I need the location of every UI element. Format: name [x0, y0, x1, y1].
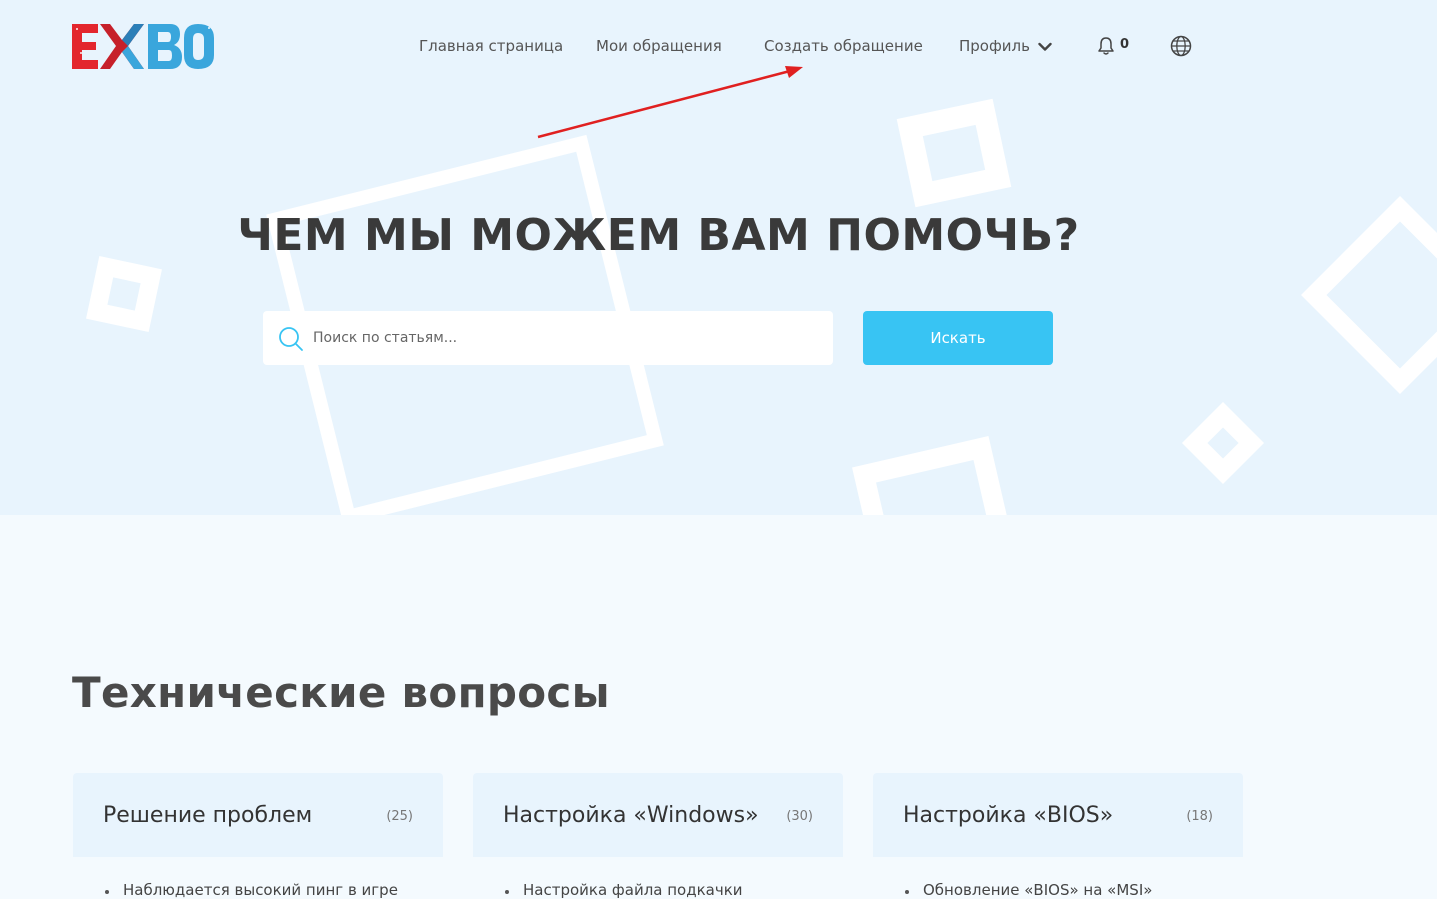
search-icon: [279, 327, 303, 351]
nav-my-tickets[interactable]: Мои обращения: [596, 34, 722, 58]
nav-create-ticket[interactable]: Создать обращение: [764, 34, 923, 58]
search-input[interactable]: [313, 311, 823, 365]
card-list-item-label: Обновление «BIOS» на «MSI»: [923, 881, 1153, 899]
card-title[interactable]: Решение проблем: [103, 803, 312, 828]
card-title[interactable]: Настройка «Windows»: [503, 803, 759, 828]
card-count: (25): [386, 809, 413, 824]
chevron-down-icon: [1038, 42, 1052, 51]
card-list-item[interactable]: Обновление «BIOS» на «MSI»: [905, 881, 1152, 899]
decor-diamond-right: [1301, 196, 1437, 394]
hero-section: Главная страница Мои обращения Создать о…: [0, 0, 1437, 515]
exbo-logo[interactable]: [72, 22, 214, 70]
search-button[interactable]: Искать: [863, 311, 1053, 365]
hero-title: ЧЕМ МЫ МОЖЕМ ВАМ ПОМОЧЬ?: [237, 210, 1080, 261]
notifications-count: 0: [1120, 37, 1130, 52]
section-title: Технические вопросы: [72, 668, 610, 717]
nav-profile[interactable]: Профиль: [959, 34, 1052, 58]
notifications-button[interactable]: 0: [1097, 36, 1133, 58]
card-list-item-label: Настройка файла подкачки: [523, 881, 743, 899]
decor-square-top-right: [896, 98, 1012, 208]
decor-diamond-small: [1181, 401, 1265, 485]
search-box: [263, 311, 833, 365]
decor-square-bottom: [852, 436, 1020, 515]
category-card[interactable]: Решение проблем (25) Наблюдается высокий…: [73, 773, 443, 899]
card-title[interactable]: Настройка «BIOS»: [903, 803, 1113, 828]
category-card[interactable]: Настройка «BIOS» (18) Обновление «BIOS» …: [873, 773, 1243, 899]
language-button[interactable]: [1170, 35, 1192, 57]
category-card[interactable]: Настройка «Windows» (30) Настройка файла…: [473, 773, 843, 899]
decor-square-small-left: [86, 256, 162, 332]
card-list-item[interactable]: Настройка файла подкачки: [505, 881, 743, 899]
nav-profile-label: Профиль: [959, 37, 1030, 55]
nav-home[interactable]: Главная страница: [419, 34, 563, 58]
card-list-item-label: Наблюдается высокий пинг в игре: [123, 881, 398, 899]
card-count: (30): [786, 809, 813, 824]
bell-icon: [1098, 37, 1114, 55]
globe-icon: [1170, 35, 1192, 57]
card-count: (18): [1186, 809, 1213, 824]
card-list-item[interactable]: Наблюдается высокий пинг в игре: [105, 881, 398, 899]
